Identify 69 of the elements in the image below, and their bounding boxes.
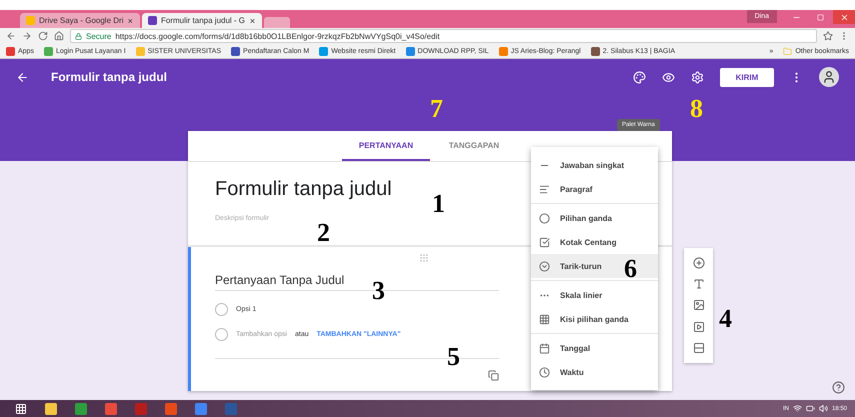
radio-icon (215, 328, 228, 341)
annotation-number: 7 (430, 96, 443, 122)
annotation-number: 5 (447, 344, 460, 370)
volume-icon (818, 404, 828, 413)
video-icon[interactable] (692, 320, 704, 333)
drag-handle-icon[interactable] (418, 253, 428, 263)
favicon-icon (6, 46, 15, 56)
form-title: Formulir tanpa judul (51, 70, 168, 84)
reload-icon[interactable] (38, 31, 48, 41)
maximize-icon[interactable] (816, 14, 824, 20)
radio-icon (215, 303, 228, 316)
add-icon[interactable] (692, 256, 704, 269)
image-icon[interactable] (692, 299, 704, 312)
menu-item[interactable]: Waktu (531, 360, 658, 384)
paragraph-icon (539, 184, 550, 194)
date-icon (539, 342, 550, 354)
annotation-number: 4 (719, 306, 732, 332)
battery-icon (806, 404, 815, 413)
annotation-number: 2 (317, 220, 330, 246)
settings-icon[interactable] (691, 70, 704, 84)
form-tab[interactable]: PERTANYAAN (342, 131, 430, 161)
folder-icon (783, 46, 792, 56)
star-icon[interactable] (823, 31, 833, 41)
favicon-icon (319, 46, 328, 56)
favicon-icon (44, 46, 53, 56)
form-title-field[interactable]: Formulir tanpa judul (215, 178, 392, 201)
browser-tab[interactable]: Formulir tanpa judul - G (142, 13, 262, 28)
favicon-icon (498, 46, 508, 56)
home-icon[interactable] (54, 31, 64, 41)
browser-tab[interactable]: Drive Saya - Google Dri (20, 13, 140, 28)
menu-item[interactable]: Tanggal (531, 336, 658, 360)
checkbox-icon (539, 236, 550, 248)
menu-item[interactable]: Kotak Centang (531, 230, 658, 254)
wifi-icon (792, 404, 802, 413)
menu-item[interactable]: Pilihan ganda (531, 206, 658, 230)
annotation-number: 8 (690, 96, 703, 122)
menu-item[interactable]: Skala linier (531, 283, 658, 307)
back-icon[interactable] (6, 31, 16, 41)
time-icon (539, 366, 550, 378)
lock-icon (75, 32, 82, 40)
url-text: https://docs.google.com/forms/d/1d8b16bb0O1LBEnlgor-9rzkqzFb2bNwVYgSq0i_v4So/edit (115, 32, 440, 40)
address-field[interactable]: Secure https://docs.google.com/forms/d/1d8b16bb0O1LBEnlgor-9rzkqzFb2bNwVYgSq0i_v4So/edit (70, 29, 817, 43)
copy-icon[interactable] (488, 370, 499, 380)
menu-item[interactable]: Paragraf (531, 177, 658, 201)
help-icon[interactable] (832, 381, 845, 394)
grid-icon (539, 314, 550, 324)
palette-icon[interactable] (633, 70, 646, 84)
forward-icon[interactable] (22, 31, 32, 41)
menu-item[interactable]: Kisi pilihan ganda (531, 307, 658, 331)
avatar-icon (819, 67, 839, 87)
eye-icon[interactable] (662, 70, 675, 84)
back-icon[interactable] (16, 70, 29, 84)
send-button[interactable]: KIRIM (720, 68, 774, 86)
dropdown-icon (539, 260, 550, 272)
favicon-icon (231, 46, 240, 56)
section-icon[interactable] (692, 342, 704, 354)
secure-label: Secure (86, 32, 112, 40)
favicon-icon (136, 46, 145, 56)
menu-item[interactable]: Jawaban singkat (531, 153, 658, 177)
form-tab[interactable]: TANGGAPAN (430, 131, 518, 161)
close-icon[interactable] (127, 16, 134, 24)
favicon-icon (26, 16, 35, 25)
favicon-icon (406, 46, 415, 56)
text-icon[interactable] (692, 278, 704, 290)
close-icon[interactable] (249, 16, 256, 24)
radio-icon (539, 212, 550, 224)
annotation-number: 1 (432, 191, 445, 217)
favicon-icon (590, 46, 600, 56)
favicon-icon (148, 16, 157, 25)
